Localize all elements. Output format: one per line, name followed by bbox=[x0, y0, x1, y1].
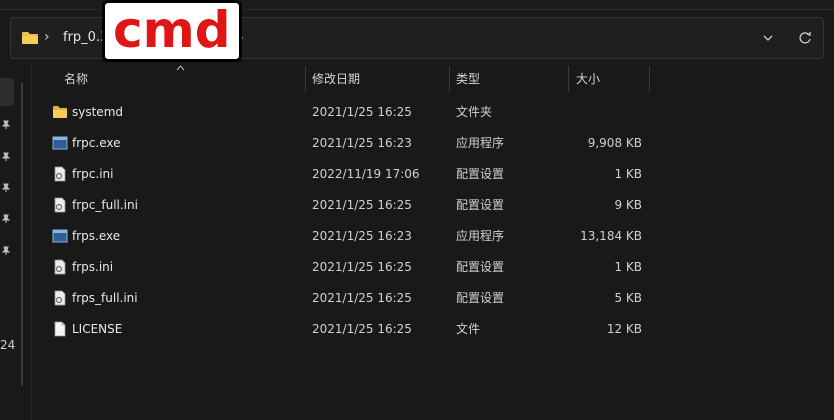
file-type: 文件夹 bbox=[456, 105, 493, 119]
file-size: 9,908 KB bbox=[587, 136, 642, 150]
file-size: 12 KB bbox=[606, 322, 642, 336]
column-header-type[interactable]: 类型 bbox=[456, 66, 480, 92]
ini-file-icon bbox=[54, 197, 66, 213]
file-size: 1 KB bbox=[614, 167, 642, 181]
file-row[interactable]: frpc.exe 2021/1/25 16:23 应用程序 9,908 KB bbox=[40, 128, 660, 159]
refresh-icon[interactable] bbox=[797, 30, 813, 46]
file-size: 13,184 KB bbox=[580, 229, 642, 243]
ini-file-icon bbox=[54, 259, 66, 275]
file-type: 配置设置 bbox=[456, 198, 505, 212]
column-header-size[interactable]: 大小 bbox=[576, 66, 600, 92]
file-name: frps.ini bbox=[72, 260, 114, 274]
navigation-pane: 24 bbox=[0, 62, 32, 420]
file-row[interactable]: frps.ini 2021/1/25 16:25 配置设置 1 KB bbox=[40, 252, 660, 283]
file-size: 5 KB bbox=[614, 291, 642, 305]
file-name: LICENSE bbox=[72, 322, 123, 336]
exe-icon bbox=[52, 229, 68, 243]
file-name: frpc.exe bbox=[72, 136, 121, 150]
nav-selected-item[interactable] bbox=[0, 78, 14, 106]
file-date: 2021/1/25 16:25 bbox=[312, 291, 412, 305]
pin-icon[interactable] bbox=[1, 120, 11, 130]
blank-file-icon bbox=[54, 321, 66, 337]
column-separator[interactable] bbox=[568, 66, 569, 92]
file-type: 应用程序 bbox=[456, 229, 505, 243]
column-separator[interactable] bbox=[649, 66, 650, 92]
cmd-annotation: cmd bbox=[102, 0, 242, 62]
pin-icon[interactable] bbox=[1, 183, 11, 193]
chevron-right-icon[interactable]: › bbox=[44, 29, 50, 45]
folder-icon bbox=[53, 106, 67, 118]
file-type: 配置设置 bbox=[456, 291, 505, 305]
file-type: 应用程序 bbox=[456, 136, 505, 150]
file-row[interactable]: frpc_full.ini 2021/1/25 16:25 配置设置 9 KB bbox=[40, 190, 660, 221]
file-row[interactable]: frps.exe 2021/1/25 16:23 应用程序 13,184 KB bbox=[40, 221, 660, 252]
ini-file-icon bbox=[54, 290, 66, 306]
sort-ascending-icon bbox=[176, 65, 185, 71]
file-date: 2021/1/25 16:25 bbox=[312, 322, 412, 336]
file-name: systemd bbox=[72, 105, 123, 119]
file-type: 配置设置 bbox=[456, 260, 505, 274]
file-date: 2021/1/25 16:23 bbox=[312, 136, 412, 150]
pin-icon[interactable] bbox=[1, 214, 11, 224]
file-name: frpc.ini bbox=[72, 167, 114, 181]
file-type: 文件 bbox=[456, 322, 481, 336]
column-separator[interactable] bbox=[449, 66, 450, 92]
file-date: 2021/1/25 16:23 bbox=[312, 229, 412, 243]
file-name: frpc_full.ini bbox=[72, 198, 138, 212]
nav-scrollbar[interactable] bbox=[21, 82, 23, 386]
ini-file-icon bbox=[54, 166, 66, 182]
file-row[interactable]: frps_full.ini 2021/1/25 16:25 配置设置 5 KB bbox=[40, 283, 660, 314]
file-date: 2021/1/25 16:25 bbox=[312, 105, 412, 119]
pane-divider[interactable] bbox=[31, 62, 32, 420]
column-header-date[interactable]: 修改日期 bbox=[312, 66, 360, 92]
file-row[interactable]: systemd 2021/1/25 16:25 文件夹 bbox=[40, 97, 660, 128]
chevron-down-icon[interactable] bbox=[760, 30, 776, 46]
file-row[interactable]: frpc.ini 2022/11/19 17:06 配置设置 1 KB bbox=[40, 159, 660, 190]
file-type: 配置设置 bbox=[456, 167, 505, 181]
exe-icon bbox=[52, 136, 68, 150]
file-row[interactable]: LICENSE 2021/1/25 16:25 文件 12 KB bbox=[40, 314, 660, 345]
file-name: frps_full.ini bbox=[72, 291, 138, 305]
nav-item-fragment[interactable]: 24 bbox=[0, 338, 15, 352]
file-name: frps.exe bbox=[72, 229, 121, 243]
pin-icon[interactable] bbox=[1, 246, 11, 256]
column-header-name[interactable]: 名称 bbox=[64, 66, 88, 92]
file-size: 1 KB bbox=[614, 260, 642, 274]
file-date: 2022/11/19 17:06 bbox=[312, 167, 420, 181]
column-separator[interactable] bbox=[305, 66, 306, 92]
file-size: 9 KB bbox=[614, 198, 642, 212]
file-date: 2021/1/25 16:25 bbox=[312, 198, 412, 212]
folder-icon bbox=[22, 32, 38, 44]
file-date: 2021/1/25 16:25 bbox=[312, 260, 412, 274]
pin-icon[interactable] bbox=[1, 152, 11, 162]
